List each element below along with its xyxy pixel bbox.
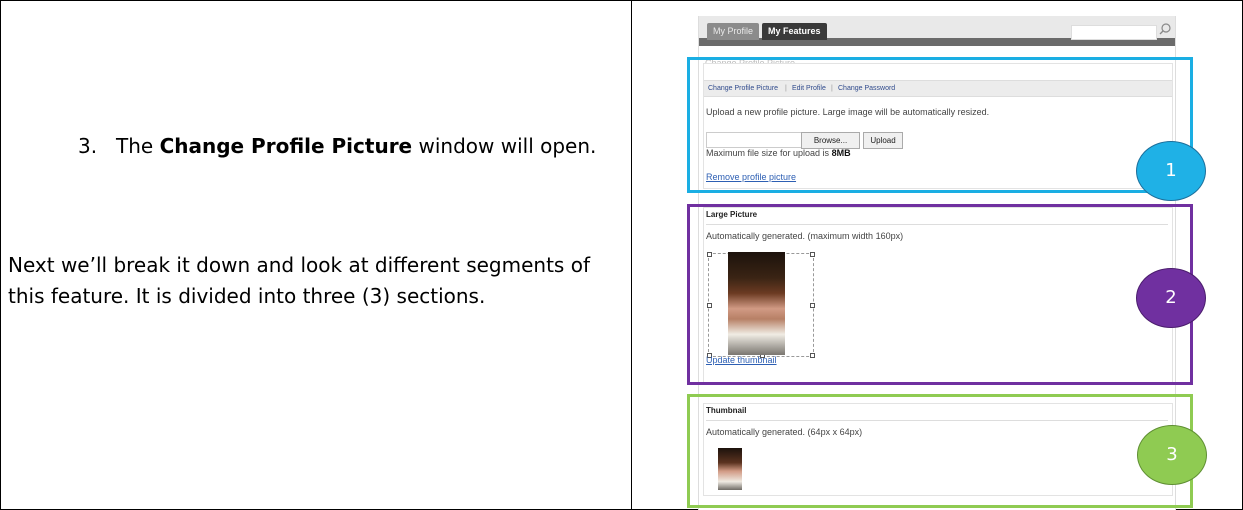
- step-prefix: The: [116, 134, 154, 158]
- section-2-badge: 2: [1136, 268, 1206, 328]
- tab-my-features[interactable]: My Features: [762, 23, 827, 40]
- section-1-highlight: [687, 57, 1193, 193]
- explanation-paragraph: Next we’ll break it down and look at dif…: [8, 253, 590, 308]
- step-suffix: window will open.: [418, 134, 597, 158]
- section-2-highlight: [687, 204, 1193, 385]
- tab-my-profile[interactable]: My Profile: [707, 23, 760, 40]
- table-column-divider: [631, 0, 632, 510]
- step-text: The Change Profile Picture window will o…: [116, 130, 636, 163]
- step-number: 3.: [78, 134, 98, 158]
- section-3-highlight: [687, 394, 1193, 508]
- search-icon[interactable]: [1158, 22, 1172, 36]
- section-1-badge: 1: [1136, 141, 1206, 201]
- step-bold-title: Change Profile Picture: [159, 134, 413, 158]
- section-3-badge: 3: [1137, 425, 1207, 485]
- search-input[interactable]: [1071, 25, 1157, 40]
